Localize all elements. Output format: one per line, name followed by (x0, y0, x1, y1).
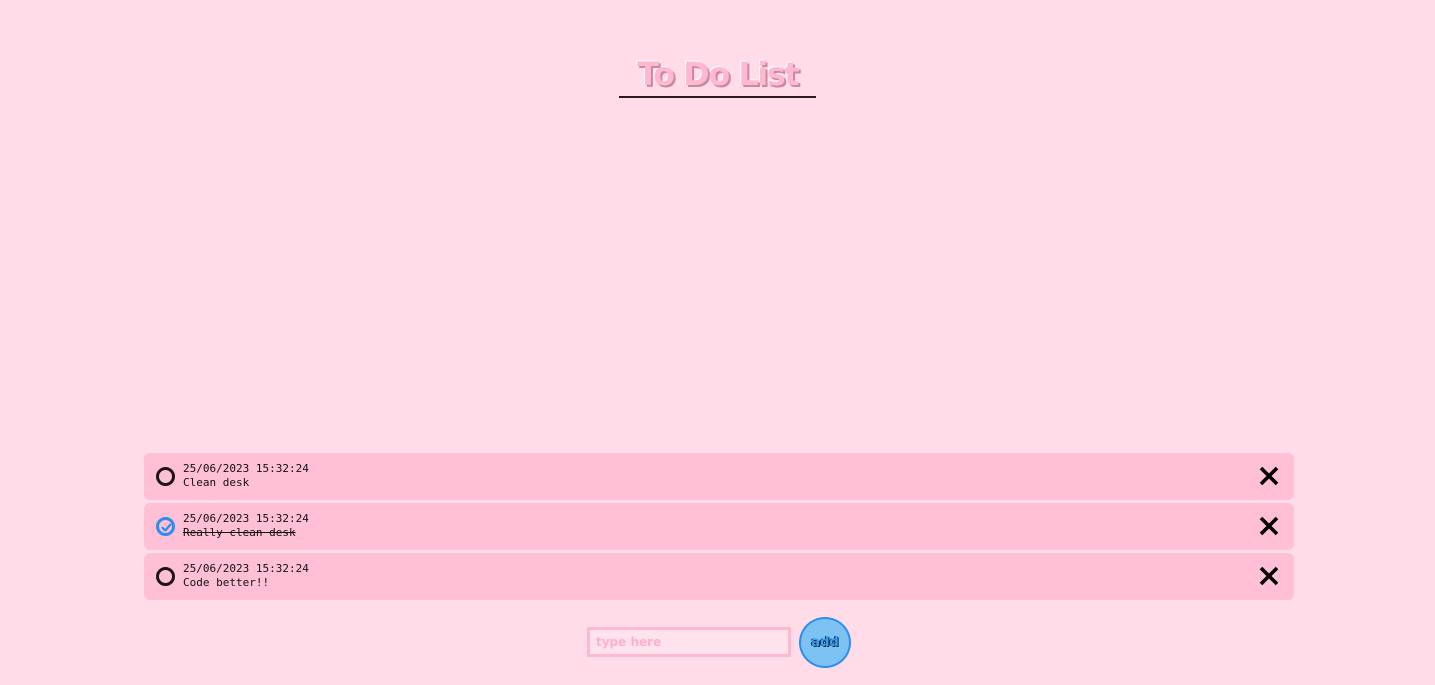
todo-item-text: 25/06/2023 15:32:24 Really clean desk (183, 512, 309, 540)
todo-timestamp: 25/06/2023 15:32:24 (183, 512, 309, 525)
todo-item-text: 25/06/2023 15:32:24 Code better!! (183, 562, 309, 590)
add-button[interactable]: add (799, 617, 851, 668)
todo-item: 25/06/2023 15:32:24 Clean desk (144, 453, 1294, 500)
todo-label: Code better!! (183, 576, 270, 589)
todo-label: Really clean desk (183, 526, 296, 539)
todo-label: Clean desk (183, 476, 250, 489)
todo-item: 25/06/2023 15:32:24 Really clean desk (144, 503, 1294, 550)
header: To Do List (0, 54, 1435, 98)
unchecked-circle-icon[interactable] (156, 567, 175, 586)
todo-timestamp: 25/06/2023 15:32:24 (183, 562, 309, 575)
page-title: To Do List (618, 54, 817, 98)
todo-list: 25/06/2023 15:32:24 Clean desk 25/06/202… (144, 453, 1294, 603)
todo-item: 25/06/2023 15:32:24 Code better!! (144, 553, 1294, 600)
todo-timestamp: 25/06/2023 15:32:24 (183, 462, 309, 475)
check-circle-icon[interactable] (156, 517, 175, 536)
unchecked-circle-icon[interactable] (156, 467, 175, 486)
task-input[interactable] (587, 627, 791, 657)
close-icon[interactable] (1258, 565, 1280, 587)
add-task-form: add (0, 617, 1435, 669)
close-icon[interactable] (1258, 465, 1280, 487)
close-icon[interactable] (1258, 515, 1280, 537)
todo-item-text: 25/06/2023 15:32:24 Clean desk (183, 462, 309, 490)
todo-app: To Do List 25/06/2023 15:32:24 Clean des… (0, 0, 1435, 685)
